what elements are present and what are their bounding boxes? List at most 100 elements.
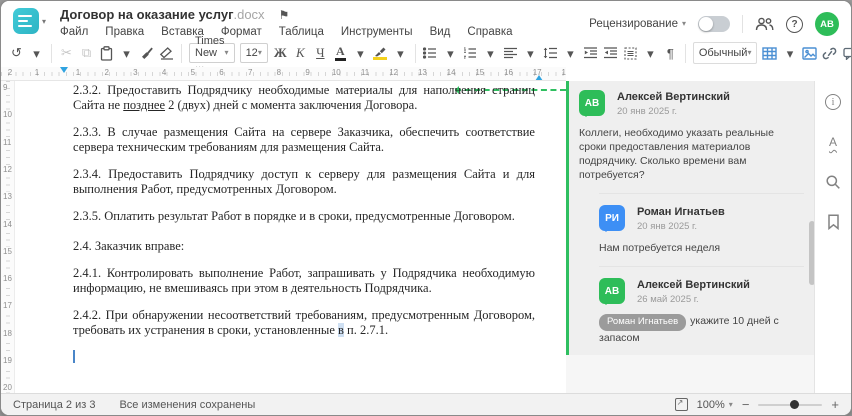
increase-indent-button[interactable] — [601, 42, 620, 64]
mention-chip[interactable]: Роман Игнатьев — [599, 314, 687, 331]
header-divider — [742, 15, 743, 33]
paste-caret[interactable]: ▾ — [117, 42, 136, 64]
search-icon[interactable] — [825, 173, 841, 191]
comment-reply[interactable]: РИ Роман Игнатьев 20 янв 2025 г. Нам пот… — [599, 193, 804, 255]
comments-panel: АВ Алексей Вертинский 20 янв 2025 г. Кол… — [566, 81, 816, 393]
favorite-flag-icon[interactable]: ⚑ — [279, 8, 290, 22]
zoom-slider[interactable] — [758, 400, 823, 409]
bookmark-icon[interactable] — [827, 213, 840, 231]
format-painter-button[interactable] — [137, 42, 156, 64]
review-toggle[interactable] — [698, 16, 730, 32]
numbered-list-button[interactable] — [461, 42, 480, 64]
paragraph-2-3-5: 2.3.5. Оплатить результат Работ в порядк… — [73, 209, 515, 223]
indent-marker-left[interactable] — [60, 67, 68, 77]
zoom-level-dropdown[interactable]: 100% ▾ — [697, 399, 733, 411]
zoom-out-button[interactable]: − — [742, 397, 750, 412]
comment-thread[interactable]: АВ Алексей Вертинский 20 янв 2025 г. Кол… — [566, 81, 816, 355]
menu-view[interactable]: Вид — [430, 26, 451, 38]
zoom-slider-handle[interactable] — [790, 400, 800, 409]
reply-author: Алексей Вертинский — [637, 279, 750, 291]
paragraph-2-3-2: 2.3.2. Предоставить Подрядчику необходим… — [73, 83, 535, 112]
menu-table[interactable]: Таблица — [279, 26, 324, 38]
insert-image-button[interactable] — [800, 42, 819, 64]
user-avatar[interactable]: АВ — [815, 12, 839, 36]
numbered-list-caret[interactable]: ▾ — [481, 42, 500, 64]
paste-button[interactable] — [97, 42, 116, 64]
paragraph-style-combo[interactable]: Обычный ▾ — [692, 42, 758, 64]
document-page[interactable]: 2.3.2. Предоставить Подрядчику необходим… — [15, 81, 566, 393]
document-info-icon[interactable]: i — [825, 93, 841, 111]
toolbar-divider — [51, 43, 52, 63]
indent-marker-right[interactable] — [535, 71, 543, 80]
menu-edit[interactable]: Правка — [105, 26, 144, 38]
borders-caret[interactable]: ▾ — [641, 42, 660, 64]
fit-width-icon[interactable] — [674, 398, 688, 411]
app-logo-icon[interactable] — [13, 8, 39, 34]
comment-reply[interactable]: АВ Алексей Вертинский 26 май 2025 г. Ром… — [599, 266, 804, 345]
insert-table-button[interactable] — [760, 42, 779, 64]
font-size-combo[interactable]: 12 ▾ — [239, 43, 268, 63]
font-name-combo[interactable]: Times New ... ▾ — [189, 35, 235, 71]
italic-button[interactable]: К — [291, 42, 310, 64]
line-spacing-caret[interactable]: ▾ — [561, 42, 580, 64]
paragraph-2-4-2: 2.4.2. При обнаружении несоответствий тр… — [73, 308, 535, 337]
bold-button[interactable]: Ж — [271, 42, 290, 64]
logo-caret-icon[interactable]: ▾ — [42, 17, 46, 26]
decrease-indent-button[interactable] — [581, 42, 600, 64]
menu-help[interactable]: Справка — [467, 26, 512, 38]
highlight-color-button[interactable] — [373, 47, 388, 60]
document-title: Договор на оказание услуг — [60, 7, 234, 22]
chevron-down-icon: ▾ — [681, 19, 686, 28]
toolbar-divider — [181, 43, 182, 63]
paragraph-2-3-4: 2.3.4. Предоставить Подрядчику доступ к … — [73, 167, 535, 196]
underline-button[interactable]: Ч — [311, 42, 330, 64]
paragraph-2-4-1: 2.4.1. Контролировать выполнение Работ, … — [73, 266, 535, 295]
horizontal-ruler[interactable]: 21123456789101112131415161718 — [1, 67, 566, 81]
nonprinting-chars-button[interactable]: ¶ — [661, 42, 680, 64]
bullet-list-caret[interactable]: ▾ — [441, 42, 460, 64]
save-status: Все изменения сохранены — [119, 398, 256, 411]
tracked-insertion: позднее — [123, 98, 166, 112]
font-color-button[interactable]: А — [334, 44, 346, 62]
line-spacing-button[interactable] — [541, 42, 560, 64]
cut-button[interactable]: ✂ — [57, 42, 76, 64]
zoom-in-button[interactable]: + — [831, 397, 839, 412]
comment-author: Алексей Вертинский — [617, 91, 730, 103]
paragraph-2-3-3: 2.3.3. В случае размещения Сайта на серв… — [73, 125, 535, 154]
reply-author: Роман Игнатьев — [637, 206, 725, 218]
toolbar-divider — [684, 43, 686, 63]
font-color-caret[interactable]: ▾ — [351, 42, 370, 64]
bullet-list-button[interactable] — [421, 42, 440, 64]
app-window: ▾ Договор на оказание услуг .docx ⚑ Файл… — [0, 0, 852, 416]
copy-button[interactable]: ⧉ — [77, 42, 96, 64]
reply-avatar: РИ — [599, 205, 625, 232]
paragraph-2-4: 2.4. Заказчик вправе: — [73, 239, 185, 253]
comment-text: Коллеги, необходимо указать реальные сро… — [579, 127, 774, 181]
clear-style-button[interactable] — [157, 42, 176, 64]
undo-caret[interactable]: ▾ — [27, 42, 46, 64]
insert-link-button[interactable] — [820, 42, 839, 64]
menu-file[interactable]: Файл — [60, 26, 88, 38]
align-caret[interactable]: ▾ — [521, 42, 540, 64]
highlight-color-caret[interactable]: ▾ — [391, 42, 410, 64]
spellcheck-icon[interactable]: А — [829, 133, 837, 151]
review-mode-dropdown[interactable]: Рецензирование ▾ — [589, 18, 686, 30]
comment-date: 20 янв 2025 г. — [617, 106, 678, 117]
page-counter[interactable]: Страница 2 из 3 — [13, 399, 95, 411]
status-bar: Страница 2 из 3 Все изменения сохранены … — [1, 393, 851, 415]
menu-tools[interactable]: Инструменты — [341, 26, 413, 38]
document-area: 2.3.2. Предоставить Подрядчику необходим… — [1, 81, 851, 393]
paragraph-borders-button[interactable] — [621, 42, 640, 64]
undo-button[interactable]: ↺ — [7, 42, 26, 64]
help-icon[interactable]: ? — [786, 15, 803, 33]
reply-date: 26 май 2025 г. — [637, 294, 699, 305]
menu-format[interactable]: Формат — [221, 26, 262, 38]
collaborators-icon[interactable] — [755, 17, 774, 31]
document-text[interactable]: 2.3.2. Предоставить Подрядчику необходим… — [73, 83, 535, 363]
text-cursor — [73, 350, 75, 363]
align-left-button[interactable] — [501, 42, 520, 64]
reply-avatar: АВ — [599, 278, 625, 305]
toolbar-divider — [414, 43, 416, 63]
add-comment-button[interactable] — [840, 42, 851, 64]
table-caret[interactable]: ▾ — [780, 42, 799, 64]
